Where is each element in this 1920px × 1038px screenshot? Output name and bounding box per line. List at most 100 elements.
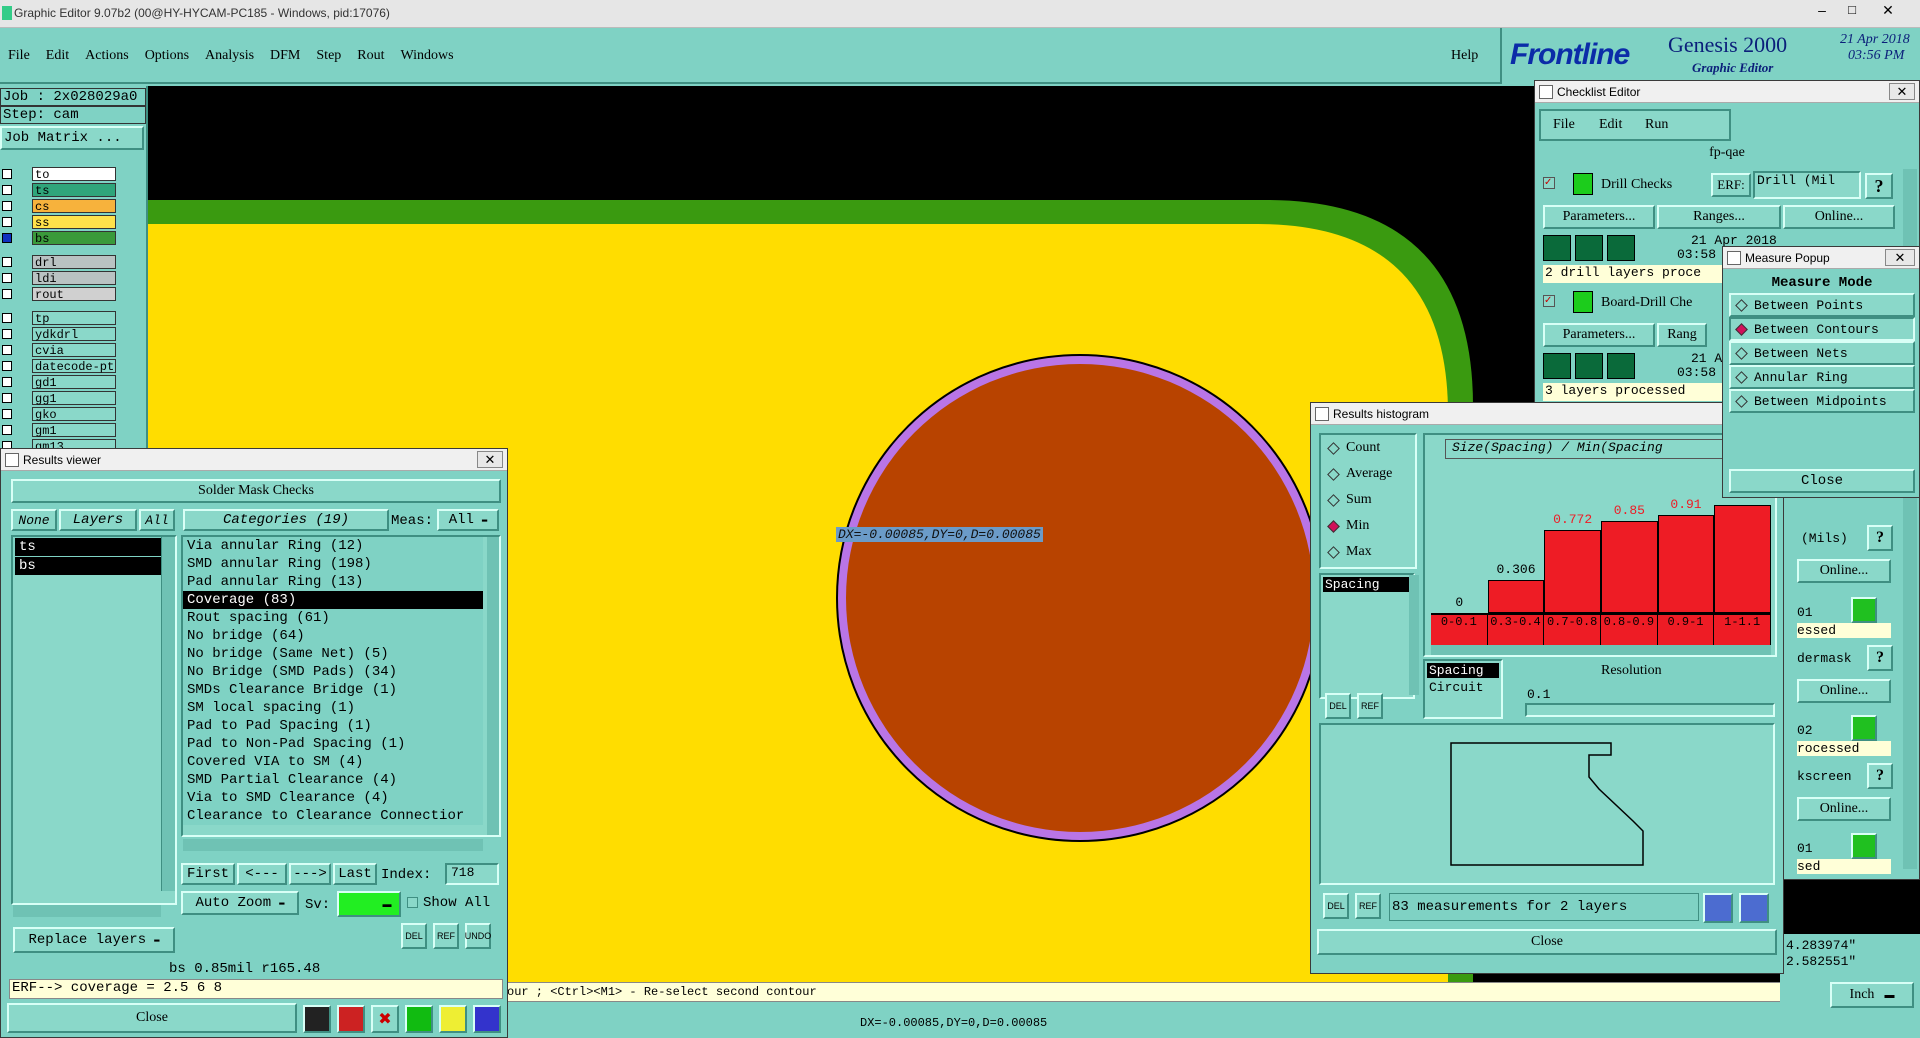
layer-name[interactable]: cvia bbox=[32, 343, 116, 358]
histogram-close-button[interactable]: Close bbox=[1317, 929, 1777, 955]
mode-min[interactable]: Min bbox=[1321, 513, 1415, 539]
category-item[interactable]: Via to SMD Clearance (4) bbox=[183, 789, 483, 807]
layer-checkbox[interactable] bbox=[2, 185, 12, 195]
layer-name[interactable]: rout bbox=[32, 287, 116, 302]
refresh-icon[interactable]: REF bbox=[1355, 893, 1381, 919]
layer-row[interactable]: datecode-pt bbox=[0, 358, 118, 374]
type-circuit[interactable]: Circuit bbox=[1427, 680, 1499, 695]
run-icon[interactable] bbox=[1543, 235, 1571, 261]
category-item[interactable]: Rout spacing (61) bbox=[183, 609, 483, 627]
help-icon[interactable]: ? bbox=[1867, 525, 1893, 551]
layer-list-hscroll[interactable] bbox=[13, 905, 161, 917]
row-checkbox[interactable]: ✓ bbox=[1543, 295, 1555, 307]
delete-icon[interactable]: DEL bbox=[1323, 893, 1349, 919]
menu-step[interactable]: Step bbox=[316, 48, 341, 64]
layer-row[interactable]: tp bbox=[0, 310, 118, 326]
layer-row[interactable]: ydkdrl bbox=[0, 326, 118, 342]
category-item[interactable]: No bridge (64) bbox=[183, 627, 483, 645]
stat-list[interactable]: Spacing bbox=[1319, 573, 1415, 699]
refresh-icon[interactable]: REF bbox=[433, 923, 459, 949]
minimize-button[interactable]: – bbox=[1808, 2, 1836, 20]
layer-row[interactable]: ts bbox=[0, 182, 118, 198]
action-icon[interactable] bbox=[1573, 173, 1593, 195]
category-list-scrollbar[interactable] bbox=[487, 537, 499, 835]
measure-mode-between-contours[interactable]: Between Contours bbox=[1729, 317, 1915, 341]
online-button[interactable]: Online... bbox=[1797, 559, 1891, 583]
category-item[interactable]: No bridge (Same Net) (5) bbox=[183, 645, 483, 663]
list-icon[interactable] bbox=[439, 1005, 467, 1033]
layers-button[interactable]: Layers bbox=[59, 509, 137, 531]
layer-row[interactable]: bs bbox=[0, 230, 118, 246]
row-checkbox[interactable]: ✓ bbox=[1543, 177, 1555, 189]
auto-zoom-dropdown[interactable]: Auto Zoom ▬ bbox=[181, 891, 299, 915]
menu-analysis[interactable]: Analysis bbox=[205, 48, 254, 64]
category-item[interactable]: Covered VIA to SM (4) bbox=[183, 753, 483, 771]
checklist-menu-run[interactable]: Run bbox=[1645, 117, 1668, 133]
zoom-icon[interactable] bbox=[1851, 833, 1877, 859]
layer-checkbox[interactable] bbox=[2, 169, 12, 179]
layer-checkbox[interactable] bbox=[2, 393, 12, 403]
layer-name[interactable]: gg1 bbox=[32, 391, 116, 406]
online-button[interactable]: Online... bbox=[1797, 679, 1891, 703]
resolution-slider[interactable] bbox=[1525, 703, 1775, 717]
action-icon[interactable] bbox=[1573, 291, 1593, 313]
layer-row[interactable]: gm1 bbox=[0, 422, 118, 438]
category-item[interactable]: Coverage (83) bbox=[183, 591, 483, 609]
layer-checkbox[interactable] bbox=[2, 233, 12, 243]
category-item[interactable]: No Bridge (SMD Pads) (34) bbox=[183, 663, 483, 681]
traffic-light-icon[interactable] bbox=[303, 1005, 331, 1033]
layer-row[interactable]: rout bbox=[0, 286, 118, 302]
all-button[interactable]: All bbox=[139, 509, 175, 531]
layer-list-scrollbar[interactable] bbox=[161, 537, 175, 891]
meas-dropdown[interactable]: All ▬ bbox=[437, 509, 499, 531]
parameters-button[interactable]: Parameters... bbox=[1543, 323, 1655, 347]
layer-row[interactable]: ldi bbox=[0, 270, 118, 286]
category-item[interactable]: SMD Partial Clearance (4) bbox=[183, 771, 483, 789]
run-icon[interactable] bbox=[1543, 353, 1571, 379]
layer-name[interactable]: ydkdrl bbox=[32, 327, 116, 342]
layer-row[interactable]: ss bbox=[0, 214, 118, 230]
layer-row[interactable]: gko bbox=[0, 406, 118, 422]
last-button[interactable]: Last bbox=[333, 863, 377, 885]
measure-mode-between-nets[interactable]: Between Nets bbox=[1729, 341, 1915, 365]
mode-sum[interactable]: Sum bbox=[1321, 487, 1415, 513]
close-icon[interactable]: ✕ bbox=[477, 451, 503, 468]
layer-name[interactable]: ldi bbox=[32, 271, 116, 286]
run-icon[interactable] bbox=[1607, 353, 1635, 379]
mode-max[interactable]: Max bbox=[1321, 539, 1415, 565]
layer-checkbox[interactable] bbox=[2, 361, 12, 371]
menu-dfm[interactable]: DFM bbox=[270, 48, 300, 64]
layer-checkbox[interactable] bbox=[2, 273, 12, 283]
layer-name[interactable]: gd1 bbox=[32, 375, 116, 390]
layer-checkbox[interactable] bbox=[2, 377, 12, 387]
layer-name[interactable]: datecode-pt bbox=[32, 359, 116, 374]
measure-mode-annular-ring[interactable]: Annular Ring bbox=[1729, 365, 1915, 389]
layer-checkbox[interactable] bbox=[2, 313, 12, 323]
category-item[interactable]: Pad to Pad Spacing (1) bbox=[183, 717, 483, 735]
zoom-icon[interactable] bbox=[1851, 715, 1877, 741]
run-icon[interactable] bbox=[1575, 235, 1603, 261]
run-icon[interactable] bbox=[1607, 235, 1635, 261]
help-icon[interactable]: ? bbox=[1867, 645, 1893, 671]
layer-name[interactable]: gm1 bbox=[32, 423, 116, 438]
ranges-button[interactable]: Rang bbox=[1657, 323, 1707, 347]
stat-list-item[interactable]: Spacing bbox=[1323, 577, 1411, 592]
export-icon[interactable] bbox=[1703, 893, 1733, 923]
measure-mode-between-midpoints[interactable]: Between Midpoints bbox=[1729, 389, 1915, 413]
help-icon[interactable]: ? bbox=[1865, 173, 1893, 199]
layer-results-list[interactable]: ts bs bbox=[11, 535, 177, 905]
prev-button[interactable]: <--- bbox=[237, 863, 287, 885]
cross-icon[interactable]: ✖ bbox=[371, 1005, 399, 1033]
close-icon[interactable]: ✕ bbox=[1885, 249, 1915, 266]
layer-checkbox[interactable] bbox=[2, 217, 12, 227]
layer-name[interactable]: ts bbox=[32, 183, 116, 198]
chart-hscroll[interactable] bbox=[1431, 645, 1771, 655]
layer-name[interactable]: cs bbox=[32, 199, 116, 214]
category-item[interactable]: Clearance to Clearance Connectior bbox=[183, 807, 483, 825]
chart-icon[interactable] bbox=[473, 1005, 501, 1033]
measure-mode-between-points[interactable]: Between Points bbox=[1729, 293, 1915, 317]
category-item[interactable]: Pad annular Ring (13) bbox=[183, 573, 483, 591]
menu-file[interactable]: File bbox=[8, 48, 30, 64]
layer-name[interactable]: ss bbox=[32, 215, 116, 230]
layer-name[interactable]: to bbox=[32, 167, 116, 182]
